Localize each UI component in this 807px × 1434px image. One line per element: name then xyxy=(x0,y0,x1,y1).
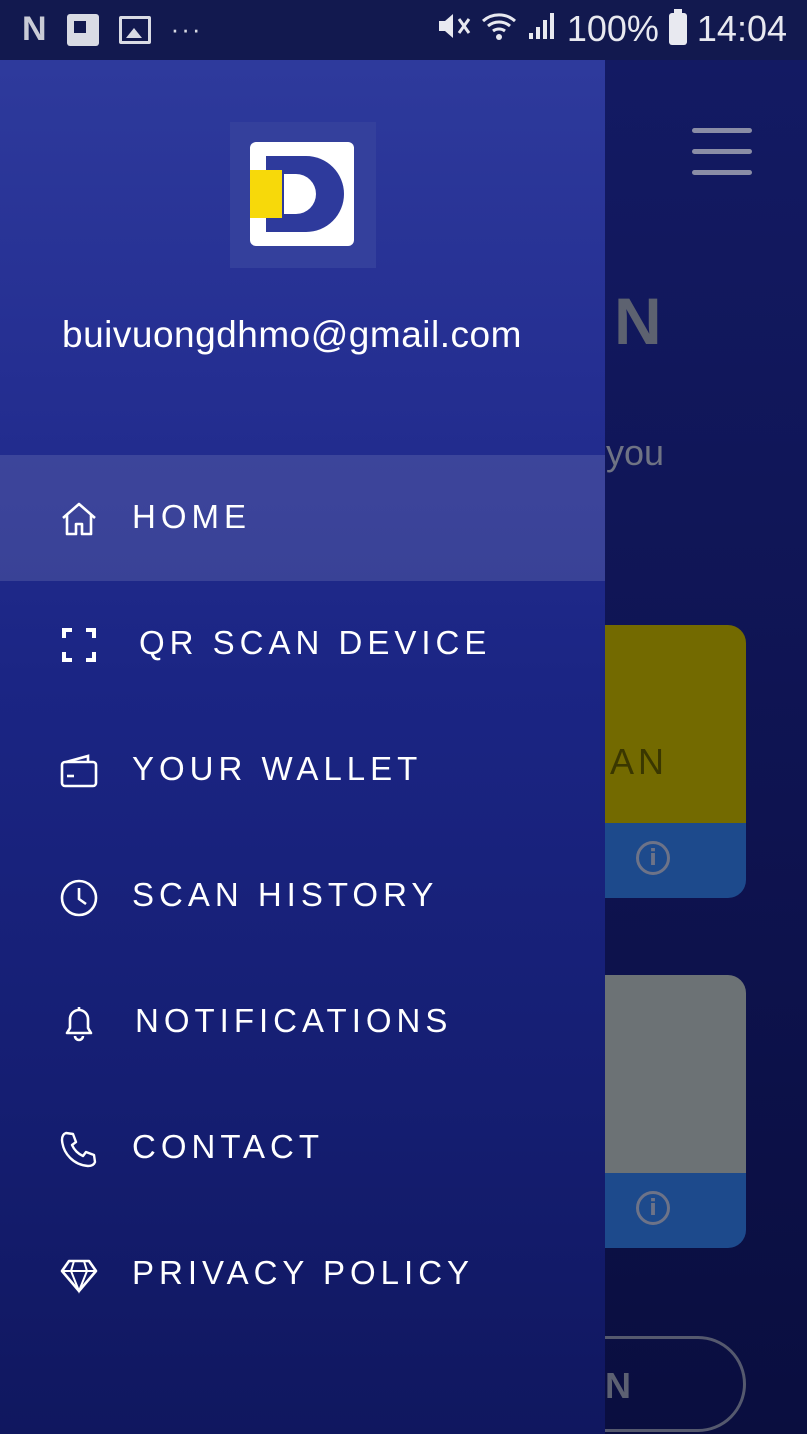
info-icon[interactable] xyxy=(636,841,670,875)
info-icon[interactable] xyxy=(636,1191,670,1225)
drawer-item-label: YOUR WALLET xyxy=(132,750,423,787)
drawer-item-label: SCAN HISTORY xyxy=(132,876,439,913)
menu-icon[interactable] xyxy=(692,128,752,176)
flipboard-icon xyxy=(66,13,99,46)
more-dots-icon: ··· xyxy=(170,14,203,44)
signal-icon xyxy=(527,11,557,48)
navigation-drawer: buivuongdhmo@gmail.com HOME QR SCAN DEVI… xyxy=(0,60,605,1434)
drawer-item-label: PRIVACY POLICY xyxy=(132,1254,475,1291)
qr-scan-icon xyxy=(58,624,100,666)
main-subtitle-fragment: you xyxy=(606,432,665,473)
scan-card-label: AN xyxy=(610,741,669,782)
drawer-item-notifications[interactable]: NOTIFICATIONS xyxy=(0,959,605,1085)
drawer-item-wallet[interactable]: YOUR WALLET xyxy=(0,707,605,833)
n-icon: N xyxy=(22,10,47,48)
clock-time: 14:04 xyxy=(696,8,787,49)
drawer-item-home[interactable]: HOME xyxy=(0,455,605,581)
drawer-item-label: HOME xyxy=(132,498,251,535)
drawer-item-qr-scan[interactable]: QR SCAN DEVICE xyxy=(0,581,605,707)
battery-percent: 100% xyxy=(566,8,659,49)
image-icon xyxy=(118,15,151,44)
status-bar: N ··· 100% 14:04 xyxy=(0,0,807,60)
bell-icon xyxy=(58,1002,100,1044)
main-action-label: N xyxy=(605,1365,631,1406)
home-icon xyxy=(58,498,100,540)
app-logo xyxy=(230,122,376,268)
drawer-item-label: CONTACT xyxy=(132,1128,325,1165)
drawer-item-privacy-policy[interactable]: PRIVACY POLICY xyxy=(0,1211,605,1337)
drawer-item-contact[interactable]: CONTACT xyxy=(0,1085,605,1211)
main-title-fragment: N xyxy=(614,284,662,358)
mute-icon xyxy=(437,11,471,48)
drawer-menu: HOME QR SCAN DEVICE YOUR WALLET SCAN HIS… xyxy=(0,455,605,1337)
phone-icon xyxy=(58,1128,100,1170)
user-email: buivuongdhmo@gmail.com xyxy=(62,314,522,355)
drawer-item-scan-history[interactable]: SCAN HISTORY xyxy=(0,833,605,959)
wallet-icon xyxy=(58,750,100,792)
battery-icon xyxy=(668,9,687,45)
clock-icon xyxy=(58,876,100,918)
drawer-item-label: QR SCAN DEVICE xyxy=(139,624,492,661)
drawer-item-label: NOTIFICATIONS xyxy=(135,1002,453,1039)
wifi-icon xyxy=(481,11,517,48)
diamond-icon xyxy=(58,1254,100,1296)
